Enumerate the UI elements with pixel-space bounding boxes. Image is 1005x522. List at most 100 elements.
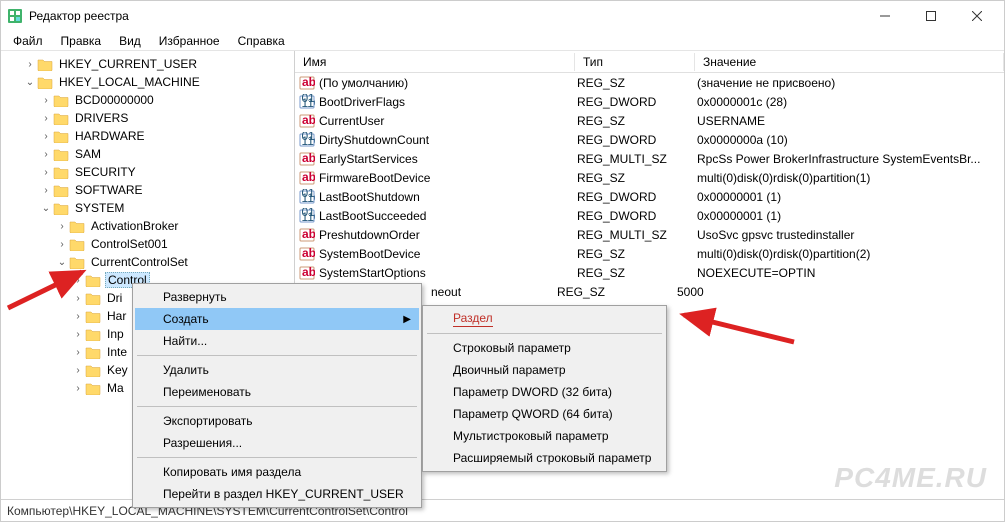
tree-label[interactable]: HKEY_LOCAL_MACHINE	[57, 75, 202, 89]
folder-icon	[37, 76, 53, 89]
tree-twisty-icon[interactable]: ›	[55, 221, 69, 232]
tree-item[interactable]: › SECURITY	[1, 163, 294, 181]
value-type: REG_SZ	[577, 76, 697, 90]
value-row[interactable]: LastBootSucceeded REG_DWORD 0x00000001 (…	[295, 206, 1004, 225]
sub-qword[interactable]: Параметр QWORD (64 бита)	[425, 403, 664, 425]
tree-item[interactable]: › BCD00000000	[1, 91, 294, 109]
folder-icon	[53, 130, 69, 143]
tree-label[interactable]: SYSTEM	[73, 201, 126, 215]
tree-twisty-icon[interactable]: ›	[39, 113, 53, 124]
tree-label[interactable]: Har	[105, 309, 128, 323]
ctx-delete[interactable]: Удалить	[135, 359, 419, 381]
sub-dword[interactable]: Параметр DWORD (32 бита)	[425, 381, 664, 403]
tree-label[interactable]: Key	[105, 363, 130, 377]
tree-label[interactable]: SECURITY	[73, 165, 138, 179]
column-type[interactable]: Тип	[575, 53, 695, 71]
column-name[interactable]: Имя	[295, 53, 575, 71]
ctx-create[interactable]: Создать▶	[135, 308, 419, 330]
tree-twisty-icon[interactable]: ⌄	[39, 203, 53, 214]
minimize-button[interactable]	[862, 1, 908, 31]
tree-label[interactable]: Inte	[105, 345, 129, 359]
ctx-rename[interactable]: Переименовать	[135, 381, 419, 403]
tree-label[interactable]: CurrentControlSet	[89, 255, 190, 269]
value-type: REG_DWORD	[577, 209, 697, 223]
tree-label[interactable]: Dri	[105, 291, 124, 305]
ctx-find[interactable]: Найти...	[135, 330, 419, 352]
tree-item[interactable]: ⌄ HKEY_LOCAL_MACHINE	[1, 73, 294, 91]
tree-item[interactable]: › HKEY_CURRENT_USER	[1, 55, 294, 73]
maximize-button[interactable]	[908, 1, 954, 31]
context-submenu-create[interactable]: Раздел Строковый параметр Двоичный парам…	[422, 305, 667, 472]
value-type: REG_SZ	[577, 266, 697, 280]
tree-twisty-icon[interactable]: ›	[39, 131, 53, 142]
string-value-icon	[299, 75, 315, 91]
sub-string[interactable]: Строковый параметр	[425, 337, 664, 359]
tree-item[interactable]: ⌄ SYSTEM	[1, 199, 294, 217]
tree-item[interactable]: › SAM	[1, 145, 294, 163]
tree-twisty-icon[interactable]: ›	[71, 347, 85, 358]
tree-twisty-icon[interactable]: ›	[39, 149, 53, 160]
value-row[interactable]: PreshutdownOrder REG_MULTI_SZ UsoSvc gps…	[295, 225, 1004, 244]
value-row[interactable]: (По умолчанию) REG_SZ (значение не присв…	[295, 73, 1004, 92]
tree-item[interactable]: › SOFTWARE	[1, 181, 294, 199]
menu-view[interactable]: Вид	[111, 32, 149, 50]
value-row[interactable]: CurrentUser REG_SZ USERNAME	[295, 111, 1004, 130]
folder-icon	[53, 94, 69, 107]
annotation-arrow-icon	[0, 260, 95, 315]
tree-twisty-icon[interactable]: ›	[39, 185, 53, 196]
folder-icon	[69, 238, 85, 251]
tree-label[interactable]: HKEY_CURRENT_USER	[57, 57, 199, 71]
ctx-perms[interactable]: Разрешения...	[135, 432, 419, 454]
tree-twisty-icon[interactable]: ›	[39, 167, 53, 178]
tree-item[interactable]: › HARDWARE	[1, 127, 294, 145]
value-row[interactable]: LastBootShutdown REG_DWORD 0x00000001 (1…	[295, 187, 1004, 206]
value-row[interactable]: DirtyShutdownCount REG_DWORD 0x0000000a …	[295, 130, 1004, 149]
tree-twisty-icon[interactable]: ›	[71, 329, 85, 340]
sub-multi[interactable]: Мультистроковый параметр	[425, 425, 664, 447]
tree-item[interactable]: › DRIVERS	[1, 109, 294, 127]
ctx-expand[interactable]: Развернуть	[135, 286, 419, 308]
tree-twisty-icon[interactable]: ⌄	[23, 77, 37, 88]
value-row[interactable]: FirmwareBootDevice REG_SZ multi(0)disk(0…	[295, 168, 1004, 187]
tree-twisty-icon[interactable]: ›	[39, 95, 53, 106]
sub-binary[interactable]: Двоичный параметр	[425, 359, 664, 381]
tree-item[interactable]: › ControlSet001	[1, 235, 294, 253]
menu-help[interactable]: Справка	[230, 32, 293, 50]
sub-key[interactable]: Раздел	[425, 308, 664, 330]
column-value[interactable]: Значение	[695, 53, 1004, 71]
tree-label[interactable]: SOFTWARE	[73, 183, 145, 197]
folder-icon	[53, 184, 69, 197]
tree-label[interactable]: Ma	[105, 381, 126, 395]
context-menu[interactable]: Развернуть Создать▶ Найти... Удалить Пер…	[132, 283, 422, 508]
value-data: 0x0000000a (10)	[697, 133, 1004, 147]
tree-label[interactable]: HARDWARE	[73, 129, 147, 143]
menu-favorites[interactable]: Избранное	[151, 32, 228, 50]
tree-twisty-icon[interactable]: ›	[55, 239, 69, 250]
sub-expand[interactable]: Расширяемый строковый параметр	[425, 447, 664, 469]
value-data: RpcSs Power BrokerInfrastructure SystemE…	[697, 152, 1004, 166]
menu-edit[interactable]: Правка	[53, 32, 110, 50]
menu-file[interactable]: Файл	[5, 32, 51, 50]
value-name: (По умолчанию)	[319, 76, 577, 90]
tree-twisty-icon[interactable]: ›	[71, 383, 85, 394]
tree-label[interactable]: SAM	[73, 147, 103, 161]
value-name: DirtyShutdownCount	[319, 133, 577, 147]
value-row[interactable]: EarlyStartServices REG_MULTI_SZ RpcSs Po…	[295, 149, 1004, 168]
tree-label[interactable]: Inp	[105, 327, 126, 341]
tree-twisty-icon[interactable]: ›	[71, 365, 85, 376]
tree-item[interactable]: › ActivationBroker	[1, 217, 294, 235]
tree-label[interactable]: ActivationBroker	[89, 219, 180, 233]
tree-label[interactable]: DRIVERS	[73, 111, 130, 125]
tree-label[interactable]: ControlSet001	[89, 237, 170, 251]
tree-label[interactable]: BCD00000000	[73, 93, 156, 107]
value-row[interactable]: SystemBootDevice REG_SZ multi(0)disk(0)r…	[295, 244, 1004, 263]
titlebar[interactable]: Редактор реестра	[1, 1, 1004, 31]
value-row[interactable]: SystemStartOptions REG_SZ NOEXECUTE=OPTI…	[295, 263, 1004, 282]
ctx-export[interactable]: Экспортировать	[135, 410, 419, 432]
value-row[interactable]: BootDriverFlags REG_DWORD 0x0000001c (28…	[295, 92, 1004, 111]
tree-twisty-icon[interactable]: ›	[23, 59, 37, 70]
ctx-copy[interactable]: Копировать имя раздела	[135, 461, 419, 483]
ctx-goto[interactable]: Перейти в раздел HKEY_CURRENT_USER	[135, 483, 419, 505]
value-data: NOEXECUTE=OPTIN	[697, 266, 1004, 280]
close-button[interactable]	[954, 1, 1000, 31]
